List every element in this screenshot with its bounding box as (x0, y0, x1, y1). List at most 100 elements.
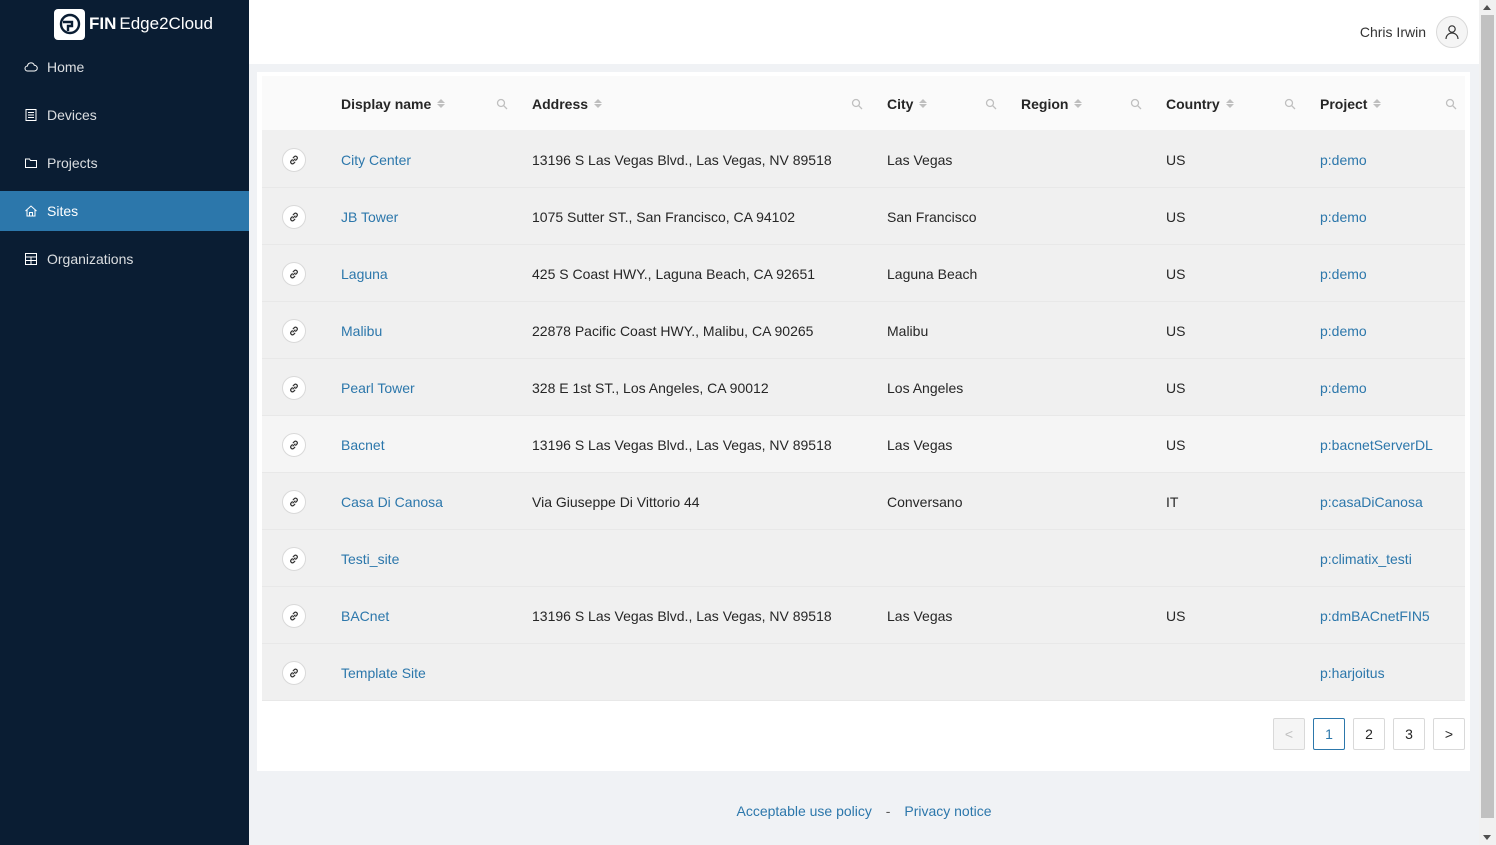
cell-country: US (1166, 436, 1186, 453)
link-icon[interactable] (282, 376, 306, 400)
building-icon (24, 252, 38, 266)
privacy-notice-link[interactable]: Privacy notice (904, 803, 991, 819)
sort-icon[interactable] (594, 99, 603, 108)
link-icon[interactable] (282, 547, 306, 571)
sites-card: Display name Address City Region Country (257, 72, 1470, 771)
user-name[interactable]: Chris Irwin (1360, 24, 1426, 40)
cell-country: US (1166, 322, 1186, 339)
cell-project[interactable]: p:casaDiCanosa (1320, 473, 1423, 530)
cell-display-name[interactable]: Template Site (341, 644, 426, 701)
scrollbar[interactable] (1479, 0, 1496, 845)
sort-icon[interactable] (1074, 99, 1083, 108)
sidebar-item-label: Home (47, 59, 85, 75)
avatar[interactable] (1436, 16, 1468, 48)
cell-display-name[interactable]: Malibu (341, 302, 382, 359)
sidebar-item-label: Devices (47, 107, 97, 123)
sort-icon[interactable] (919, 99, 928, 108)
page-3-button[interactable]: 3 (1393, 718, 1425, 750)
cell-address: 13196 S Las Vegas Blvd., Las Vegas, NV 8… (532, 436, 832, 453)
cell-display-name[interactable]: Testi_site (341, 530, 399, 587)
column-header-country[interactable]: Country (1166, 76, 1234, 131)
scroll-up-icon[interactable] (1483, 5, 1491, 10)
sort-icon[interactable] (1225, 99, 1234, 108)
link-icon[interactable] (282, 319, 306, 343)
cell-country: US (1166, 151, 1186, 168)
cell-display-name[interactable]: JB Tower (341, 188, 398, 245)
link-icon[interactable] (282, 604, 306, 628)
fin-logo-icon (54, 8, 85, 40)
sort-icon[interactable] (437, 99, 446, 108)
table-row: Malibu 22878 Pacific Coast HWY., Malibu, … (262, 302, 1465, 359)
link-icon[interactable] (282, 262, 306, 286)
table-row: Bacnet 13196 S Las Vegas Blvd., Las Vegas… (262, 416, 1465, 473)
cell-project[interactable]: p:demo (1320, 302, 1367, 359)
footer: Acceptable use policy - Privacy notice (249, 803, 1479, 819)
link-icon[interactable] (282, 490, 306, 514)
link-icon[interactable] (282, 205, 306, 229)
table-row: Template Site p:harjoitus (262, 644, 1465, 701)
sidebar-item-sites[interactable]: Sites (0, 191, 249, 231)
scroll-down-icon[interactable] (1483, 835, 1491, 840)
cell-country: US (1166, 379, 1186, 396)
cell-project[interactable]: p:demo (1320, 359, 1367, 416)
column-header-city[interactable]: City (887, 76, 928, 131)
cell-project[interactable]: p:demo (1320, 188, 1367, 245)
column-header-region[interactable]: Region (1021, 76, 1083, 131)
filter-search-icon[interactable] (851, 98, 863, 110)
footer-separator: - (885, 803, 891, 819)
sort-icon[interactable] (1373, 99, 1382, 108)
cell-project[interactable]: p:bacnetServerDL (1320, 416, 1433, 473)
cell-city: Conversano (887, 493, 963, 510)
cell-address: 1075 Sutter ST., San Francisco, CA 94102 (532, 208, 796, 225)
prev-page-button[interactable]: < (1273, 718, 1305, 750)
filter-search-icon[interactable] (1130, 98, 1142, 110)
filter-search-icon[interactable] (985, 98, 997, 110)
cell-display-name[interactable]: City Center (341, 131, 411, 188)
cell-project[interactable]: p:harjoitus (1320, 644, 1385, 701)
sidebar-item-home[interactable]: Home (0, 47, 249, 87)
table-header: Display name Address City Region Country (262, 76, 1465, 131)
app-logo[interactable]: FIN Edge2Cloud (54, 8, 213, 40)
filter-search-icon[interactable] (496, 98, 508, 110)
cell-display-name[interactable]: Pearl Tower (341, 359, 415, 416)
sidebar-item-organizations[interactable]: Organizations (0, 239, 249, 279)
table-row: JB Tower 1075 Sutter ST., San Francisco, … (262, 188, 1465, 245)
table-row: BACnet 13196 S Las Vegas Blvd., Las Vegas… (262, 587, 1465, 644)
filter-search-icon[interactable] (1284, 98, 1296, 110)
column-header-display-name[interactable]: Display name (341, 76, 446, 131)
column-header-address[interactable]: Address (532, 76, 603, 131)
table-body: City Center 13196 S Las Vegas Blvd., Las … (262, 131, 1465, 701)
cell-project[interactable]: p:demo (1320, 245, 1367, 302)
cell-display-name[interactable]: Laguna (341, 245, 388, 302)
table-row: City Center 13196 S Las Vegas Blvd., Las … (262, 131, 1465, 188)
scroll-thumb[interactable] (1481, 15, 1494, 818)
table-row: Laguna 425 S Coast HWY., Laguna Beach, CA… (262, 245, 1465, 302)
cell-display-name[interactable]: Bacnet (341, 416, 385, 473)
cell-country: US (1166, 208, 1186, 225)
next-page-button[interactable]: > (1433, 718, 1465, 750)
cell-display-name[interactable]: Casa Di Canosa (341, 473, 443, 530)
column-header-project[interactable]: Project (1320, 76, 1382, 131)
cell-city: Las Vegas (887, 151, 953, 168)
acceptable-use-link[interactable]: Acceptable use policy (736, 803, 871, 819)
cell-project[interactable]: p:dmBACnetFIN5 (1320, 587, 1430, 644)
cell-project[interactable]: p:demo (1320, 131, 1367, 188)
cell-display-name[interactable]: BACnet (341, 587, 389, 644)
sidebar-nav: Home Devices Projects Sites Organization… (0, 47, 249, 287)
link-icon[interactable] (282, 433, 306, 457)
link-icon[interactable] (282, 661, 306, 685)
link-icon[interactable] (282, 148, 306, 172)
cell-project[interactable]: p:climatix_testi (1320, 530, 1412, 587)
sidebar-item-label: Projects (47, 155, 98, 171)
folder-icon (24, 156, 38, 170)
cell-city: Los Angeles (887, 379, 964, 396)
sidebar-item-projects[interactable]: Projects (0, 143, 249, 183)
sidebar-item-devices[interactable]: Devices (0, 95, 249, 135)
device-icon (24, 108, 38, 122)
user-icon (1445, 25, 1459, 40)
page-2-button[interactable]: 2 (1353, 718, 1385, 750)
page-1-button[interactable]: 1 (1313, 718, 1345, 750)
cell-city: San Francisco (887, 208, 977, 225)
cloud-icon (24, 60, 38, 74)
filter-search-icon[interactable] (1445, 98, 1457, 110)
